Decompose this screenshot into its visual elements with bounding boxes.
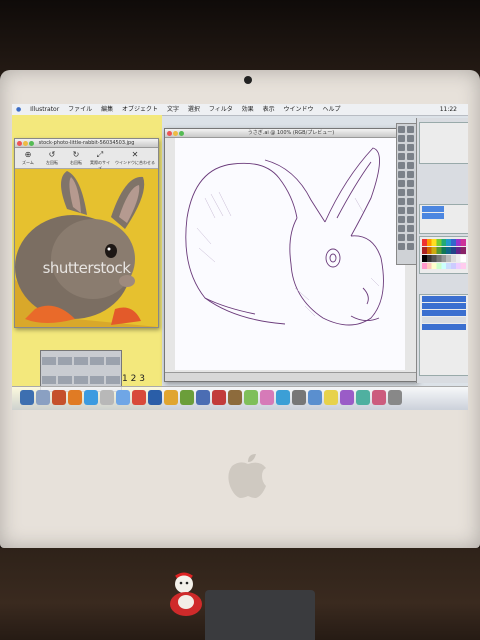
artboard-status-bar xyxy=(165,372,417,381)
dock-app-icon[interactable] xyxy=(276,390,290,405)
swatch-grid[interactable] xyxy=(422,239,466,269)
page-numbers: 1 2 3 xyxy=(122,374,145,384)
dock-app-icon[interactable] xyxy=(212,390,226,405)
dock-app-icon[interactable] xyxy=(84,390,98,405)
navigator-panel[interactable] xyxy=(419,122,468,164)
dock-app-icon[interactable] xyxy=(180,390,194,405)
dock-app-icon[interactable] xyxy=(132,390,146,405)
zoom-button[interactable]: ⊕ ズーム xyxy=(17,150,39,166)
artboard-title: うさぎ.ai @ 100% (RGB/プレビュー) xyxy=(247,130,335,136)
actual-size-icon: ⤢ xyxy=(96,150,104,159)
rotate-right-icon: ↻ xyxy=(72,150,80,159)
menu-edit[interactable]: 編集 xyxy=(101,106,113,113)
menu-view[interactable]: 表示 xyxy=(263,106,275,113)
dock-app-icon[interactable] xyxy=(292,390,306,405)
imac-stand xyxy=(205,590,315,640)
photo-viewer-window[interactable]: stock-photo-little-rabbit-56034503.jpg ⊕… xyxy=(14,138,159,328)
dock xyxy=(12,386,468,410)
dock-app-icon[interactable] xyxy=(164,390,178,405)
photo-toolbar: ⊕ズーム ↺左回転 ↻右回転 ⤢実際のサイズ ✕ウインドウに合わせる xyxy=(15,148,158,171)
zoom-icon: ⊕ xyxy=(24,150,32,159)
menu-object[interactable]: オブジェクト xyxy=(122,106,158,113)
apple-logo-icon xyxy=(228,454,266,498)
rabbit-line-drawing xyxy=(185,147,384,326)
menu-file[interactable]: ファイル xyxy=(68,106,92,113)
page-number[interactable]: 2 xyxy=(131,374,137,384)
dock-app-icon[interactable] xyxy=(20,390,34,405)
illustrator-document-window[interactable]: うさぎ.ai @ 100% (RGB/プレビュー) xyxy=(164,128,418,382)
menu-clock: 11:22 xyxy=(439,106,457,113)
fit-window-icon: ✕ xyxy=(131,150,139,159)
dock-app-icon[interactable] xyxy=(116,390,130,405)
artboard-titlebar[interactable]: うさぎ.ai @ 100% (RGB/プレビュー) xyxy=(165,129,417,138)
dock-app-icon[interactable] xyxy=(356,390,370,405)
photo-window-title: stock-photo-little-rabbit-56034503.jpg xyxy=(38,140,135,146)
menu-app-name[interactable]: Illustrator xyxy=(30,106,59,113)
dock-app-icon[interactable] xyxy=(68,390,82,405)
layers-panel[interactable] xyxy=(419,294,468,376)
right-panels xyxy=(416,118,468,383)
dock-app-icon[interactable] xyxy=(100,390,114,405)
dock-app-icon[interactable] xyxy=(148,390,162,405)
dock-app-icon[interactable] xyxy=(244,390,258,405)
dock-app-icon[interactable] xyxy=(372,390,386,405)
dock-app-icon[interactable] xyxy=(52,390,66,405)
dock-app-icon[interactable] xyxy=(36,390,50,405)
page-number[interactable]: 1 xyxy=(122,374,128,384)
rotate-left-button[interactable]: ↺ 左回転 xyxy=(41,150,63,166)
dock-app-icon[interactable] xyxy=(228,390,242,405)
photo-window-titlebar[interactable]: stock-photo-little-rabbit-56034503.jpg xyxy=(15,139,158,148)
dock-app-icon[interactable] xyxy=(308,390,322,405)
computer-screen: ● Illustrator ファイル 編集 オブジェクト 文字 選択 フィルタ … xyxy=(12,104,468,410)
dock-app-icon[interactable] xyxy=(196,390,210,405)
page-number[interactable]: 3 xyxy=(139,374,145,384)
background-wall xyxy=(0,0,480,75)
dock-app-icon[interactable] xyxy=(260,390,274,405)
menu-type[interactable]: 文字 xyxy=(167,106,179,113)
dock-app-icon[interactable] xyxy=(340,390,354,405)
figurine xyxy=(170,572,202,616)
stroke-panel[interactable] xyxy=(419,204,468,234)
fit-window-button[interactable]: ✕ ウインドウに合わせる xyxy=(115,150,155,166)
dock-icons xyxy=(20,390,404,409)
rabbit-photo: shutterstock xyxy=(15,169,158,327)
menu-filter[interactable]: フィルタ xyxy=(209,106,233,113)
menu-help[interactable]: ヘルプ xyxy=(322,106,340,113)
camera-icon xyxy=(244,76,252,84)
rabbit-photo-image xyxy=(15,169,158,327)
apple-menu-icon[interactable]: ● xyxy=(16,106,21,113)
swatches-panel[interactable] xyxy=(419,236,468,274)
artboard-canvas[interactable] xyxy=(175,138,405,370)
menu-effect[interactable]: 効果 xyxy=(242,106,254,113)
menu-window[interactable]: ウインドウ xyxy=(284,106,314,113)
dock-app-icon[interactable] xyxy=(324,390,338,405)
tools-panel[interactable] xyxy=(396,123,418,265)
rotate-right-button[interactable]: ↻ 右回転 xyxy=(65,150,87,166)
photo-watermark: shutterstock xyxy=(42,259,131,277)
rotate-left-icon: ↺ xyxy=(48,150,56,159)
menu-select[interactable]: 選択 xyxy=(188,106,200,113)
dock-app-icon[interactable] xyxy=(388,390,402,405)
